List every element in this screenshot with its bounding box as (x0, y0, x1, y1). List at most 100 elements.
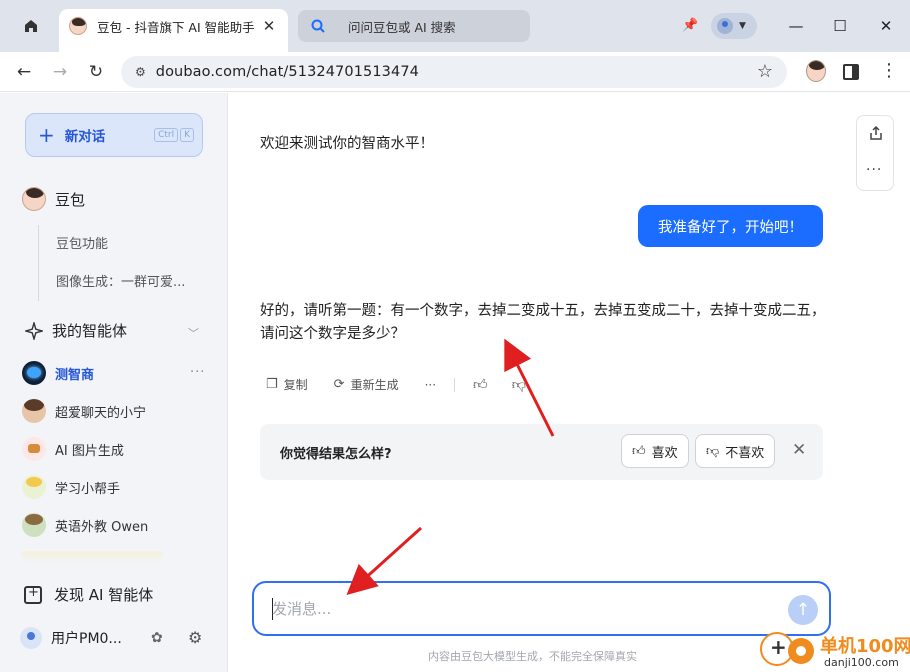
plugin-icon[interactable]: ✿ (151, 630, 163, 646)
refresh-icon: ⟳ (333, 377, 345, 392)
watermark-subtitle: danji100.com (824, 656, 899, 669)
home-icon (25, 20, 37, 32)
extension-avatar-icon[interactable] (806, 60, 826, 82)
chevron-down-icon: ▼ (739, 21, 746, 31)
gear-icon[interactable]: ⚙ (188, 628, 202, 647)
my-agents-header[interactable]: 我的智能体 (25, 320, 127, 341)
agent-avatar (22, 513, 46, 537)
shortcut-key: Ctrl (154, 128, 179, 142)
maximize-button[interactable]: ☐ (828, 14, 852, 38)
sidebar-item-label: AI 图片生成 (55, 443, 124, 459)
thumbs-up-icon[interactable]: 👍︎ (473, 376, 488, 393)
regenerate-label: 重新生成 (350, 378, 399, 392)
browser-tab-bar: 豆包 - 抖音旗下 AI 智能助手 ✕ 问问豆包或 AI 搜索 📌 ▼ — ☐ … (0, 0, 910, 53)
more-actions-button[interactable]: ··· (425, 378, 436, 392)
sidebar-item-label: 测智商 (55, 367, 95, 383)
regenerate-button[interactable]: ⟳ 重新生成 (334, 376, 399, 393)
sidebar-sub-item[interactable]: 豆包功能 (56, 233, 108, 252)
sidebar-item-label: 超爱聊天的小宁 (55, 405, 147, 421)
pin-icon[interactable]: 📌 (682, 18, 698, 33)
omnibox[interactable]: ⚙ doubao.com/chat/51324701513474 ☆ (121, 56, 787, 88)
side-panel-icon[interactable] (843, 64, 859, 80)
shortcut-hint: Ctrl K (154, 128, 194, 142)
browser-tab[interactable]: 豆包 - 抖音旗下 AI 智能助手 ✕ (59, 9, 288, 53)
shortcut-key: K (180, 128, 194, 142)
sidebar-item-agent[interactable]: AI 图片生成 (22, 437, 124, 461)
sidebar-item-doubao[interactable]: 豆包 (22, 187, 85, 211)
sidebar-item-agent[interactable]: 英语外教 Owen (22, 513, 148, 537)
agent-avatar (22, 475, 46, 499)
sidebar-item-agent[interactable]: 测智商 (22, 361, 94, 385)
tab-title: 豆包 - 抖音旗下 AI 智能助手 (97, 19, 255, 35)
agent-avatar (22, 437, 46, 461)
user-name: 用户PM0... (51, 631, 122, 647)
tab-close-icon[interactable]: ✕ (260, 17, 278, 35)
watermark-title: 单机100网 (820, 636, 910, 657)
divider (38, 225, 39, 301)
discover-agents-button[interactable]: 发现 AI 智能体 (24, 584, 153, 605)
like-button[interactable]: 👍︎ 喜欢 (621, 434, 689, 468)
minimize-button[interactable]: — (784, 14, 808, 38)
doubao-favicon-icon (69, 17, 87, 35)
bot-message: 好的，请听第一题：有一个数字，去掉二变成十五，去掉五变成二十，去掉十变成二五，请… (260, 303, 826, 342)
close-window-button[interactable]: ✕ (874, 14, 898, 38)
close-icon[interactable]: ✕ (792, 440, 806, 460)
plus-icon: + (38, 123, 55, 147)
back-button[interactable]: ← (12, 60, 36, 84)
chevron-down-icon[interactable]: ﹀ (188, 325, 199, 341)
sidebar-item-label: 学习小帮手 (55, 481, 121, 497)
thumbs-up-icon: 👍︎ (632, 443, 646, 459)
bot-welcome-message: 欢迎来测试你的智商水平！ (260, 136, 434, 152)
agent-avatar (22, 399, 46, 423)
avatar (20, 627, 42, 649)
profile-menu[interactable]: ▼ (711, 13, 757, 39)
doubao-avatar (22, 187, 46, 211)
chat-tools-panel: ··· (856, 115, 894, 191)
message-input-box[interactable]: ↑ (252, 581, 831, 636)
sidebar-sub-item[interactable]: 图像生成：一群可爱... (56, 271, 185, 290)
copy-icon: ❐ (266, 377, 278, 392)
address-bar-row: ← → ↻ ⚙ doubao.com/chat/51324701513474 ☆… (0, 52, 910, 92)
new-chat-label: 新对话 (64, 129, 106, 145)
ai-disclaimer: 内容由豆包大模型生成，不能完全保障真实 (428, 650, 637, 663)
discover-icon (24, 585, 42, 604)
thumbs-down-icon: 👎︎ (706, 443, 720, 459)
user-message-bubble: 我准备好了，开始吧！ (638, 205, 823, 247)
send-button[interactable]: ↑ (788, 595, 818, 625)
thumbs-down-icon[interactable]: 👎︎ (512, 376, 526, 393)
home-button[interactable] (14, 11, 48, 41)
feedback-card: 你觉得结果怎么样? 👍︎ 喜欢 👎︎ 不喜欢 ✕ (260, 424, 823, 480)
sidebar-item-agent[interactable]: 超爱聊天的小宁 (22, 399, 146, 423)
brain-avatar (22, 361, 46, 385)
browser-menu-icon[interactable]: ⋮ (880, 60, 898, 81)
copy-button[interactable]: ❐ 复制 (266, 376, 308, 393)
watermark-logo-icon (788, 638, 814, 664)
reload-button[interactable]: ↻ (84, 60, 108, 84)
discover-label: 发现 AI 智能体 (54, 586, 154, 604)
ai-search-tab[interactable]: 问问豆包或 AI 搜索 (298, 10, 530, 42)
url-text: doubao.com/chat/51324701513474 (155, 64, 419, 80)
message-actions: ❐ 复制 ⟳ 重新生成 ··· 👍︎ 👎︎ (266, 376, 550, 393)
site-info-icon[interactable]: ⚙ (135, 65, 146, 79)
new-chat-button[interactable]: + 新对话 Ctrl K (25, 113, 203, 157)
like-label: 喜欢 (651, 445, 678, 461)
profile-icon (717, 18, 733, 34)
bookmark-star-icon[interactable]: ☆ (757, 61, 773, 82)
more-options-icon[interactable]: ··· (190, 365, 205, 380)
sidebar-item-agent[interactable]: 学习小帮手 (22, 475, 120, 499)
more-options-icon[interactable]: ··· (866, 162, 882, 178)
dislike-label: 不喜欢 (725, 445, 765, 461)
my-agents-label: 我的智能体 (52, 322, 128, 340)
user-profile[interactable]: 用户PM0... (20, 627, 122, 649)
message-input[interactable] (272, 597, 772, 621)
faded-list-item (22, 551, 162, 563)
feedback-question: 你觉得结果怎么样? (280, 447, 392, 462)
sparkle-icon (25, 321, 43, 340)
share-icon[interactable] (868, 125, 884, 141)
dislike-button[interactable]: 👎︎ 不喜欢 (695, 434, 776, 468)
watermark: 单机100网 danji100.com (760, 630, 910, 672)
sidebar-item-label: 英语外教 Owen (55, 519, 149, 535)
search-icon (311, 19, 325, 33)
copy-label: 复制 (283, 378, 308, 392)
forward-button[interactable]: → (48, 60, 72, 84)
